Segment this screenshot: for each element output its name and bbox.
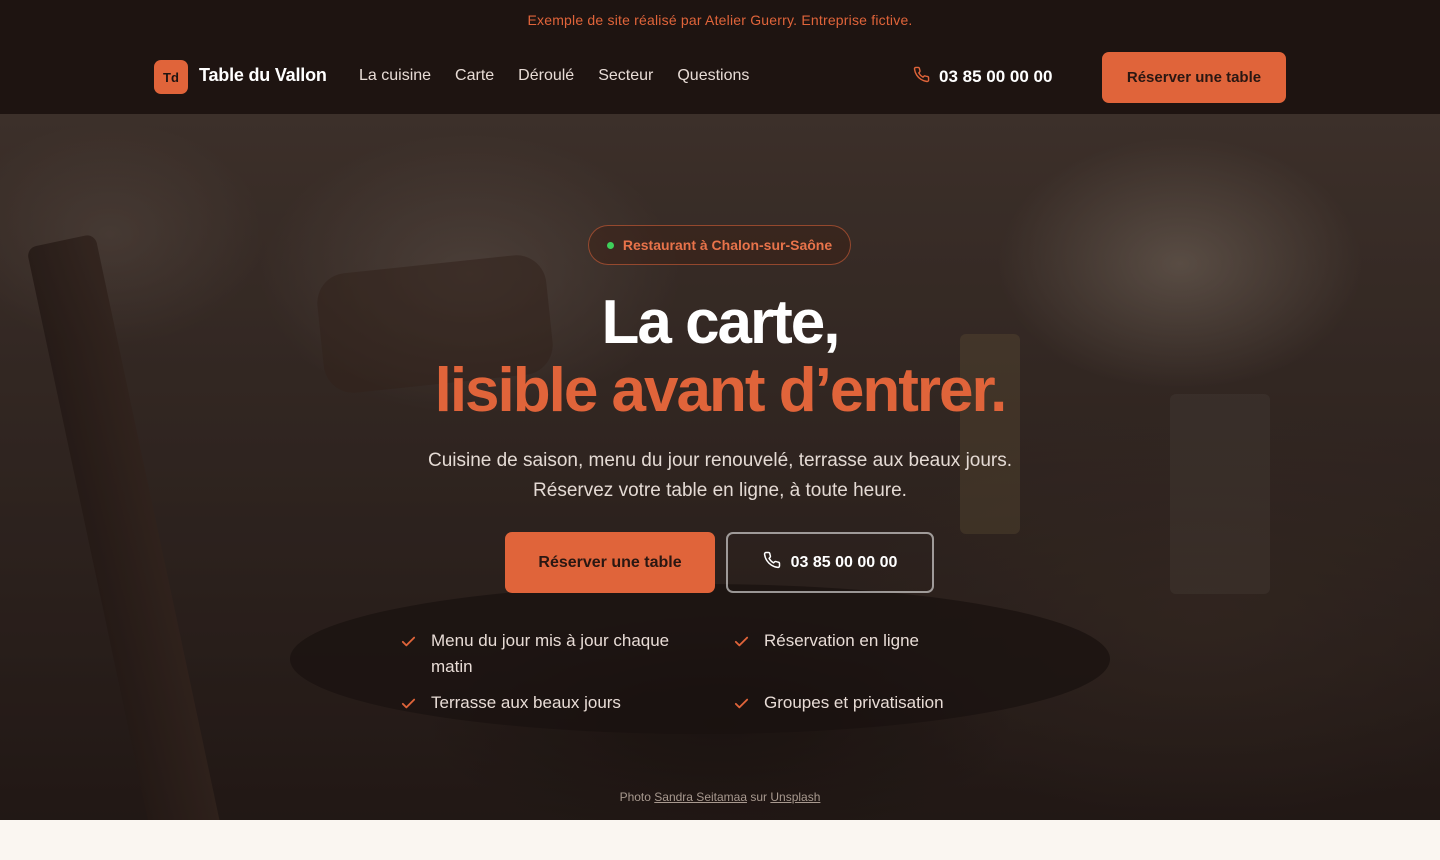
location-badge-text: Restaurant à Chalon-sur-Saône bbox=[622, 237, 833, 253]
feature-item: Terrasse aux beaux jours bbox=[400, 690, 733, 716]
demo-notice-text: Exemple de site réalisé par Atelier Guer… bbox=[527, 12, 913, 28]
feature-list: Menu du jour mis à jour chaque matin Rés… bbox=[400, 628, 1000, 716]
nav-link-deroule[interactable]: Déroulé bbox=[518, 67, 574, 85]
header-reserve-button[interactable]: Réserver une table bbox=[1102, 52, 1286, 103]
phone-icon bbox=[763, 551, 781, 574]
feature-text: Réservation en ligne bbox=[764, 631, 919, 650]
hero-phone-button[interactable]: 03 85 00 00 00 bbox=[726, 532, 934, 593]
unsplash-link[interactable]: Unsplash bbox=[770, 790, 820, 804]
site-header: Td Table du Vallon La cuisine Carte Déro… bbox=[0, 40, 1440, 114]
nav-link-la-cuisine[interactable]: La cuisine bbox=[359, 67, 431, 85]
feature-text: Menu du jour mis à jour chaque matin bbox=[431, 631, 670, 676]
nav-link-carte[interactable]: Carte bbox=[455, 67, 494, 85]
header-phone-link[interactable]: 03 85 00 00 00 bbox=[913, 66, 1052, 88]
location-badge: Restaurant à Chalon-sur-Saône bbox=[588, 225, 851, 265]
feature-item: Groupes et privatisation bbox=[733, 690, 1000, 716]
phone-icon bbox=[913, 66, 930, 88]
hero-title-line1: La carte, bbox=[601, 288, 840, 357]
check-icon bbox=[733, 628, 751, 654]
nav-link-questions[interactable]: Questions bbox=[677, 67, 749, 85]
hero-phone-number: 03 85 00 00 00 bbox=[790, 553, 898, 571]
photo-author-link[interactable]: Sandra Seitamaa bbox=[654, 790, 747, 804]
demo-notice-bar: Exemple de site réalisé par Atelier Guer… bbox=[0, 0, 1440, 40]
check-icon bbox=[400, 690, 418, 716]
next-section-edge bbox=[0, 820, 1440, 860]
feature-text: Groupes et privatisation bbox=[764, 693, 944, 712]
hero-reserve-button[interactable]: Réserver une table bbox=[505, 532, 715, 593]
feature-item: Menu du jour mis à jour chaque matin bbox=[400, 628, 733, 680]
nav-link-secteur[interactable]: Secteur bbox=[598, 67, 653, 85]
header-phone-number: 03 85 00 00 00 bbox=[939, 67, 1053, 86]
hero-section: Restaurant à Chalon-sur-Saône La carte, … bbox=[0, 114, 1440, 820]
status-dot-icon bbox=[606, 241, 614, 249]
photo-credit: Photo Sandra Seitamaa sur Unsplash bbox=[0, 790, 1440, 804]
photo-credit-middle: sur bbox=[750, 790, 768, 804]
feature-item: Réservation en ligne bbox=[733, 628, 1000, 680]
hero-title-line2: lisible avant d’entrer. bbox=[434, 356, 1008, 425]
hero-subtitle-line2: Réservez votre table en ligne, à toute h… bbox=[533, 480, 907, 501]
check-icon bbox=[733, 690, 751, 716]
brand-name[interactable]: Table du Vallon bbox=[199, 65, 327, 86]
hero-subtitle-line1: Cuisine de saison, menu du jour renouvel… bbox=[427, 450, 1013, 471]
feature-text: Terrasse aux beaux jours bbox=[431, 693, 621, 712]
logo-badge[interactable]: Td bbox=[154, 60, 188, 94]
photo-credit-prefix: Photo bbox=[619, 790, 651, 804]
main-nav: La cuisine Carte Déroulé Secteur Questio… bbox=[359, 67, 749, 85]
hero-subtitle: Cuisine de saison, menu du jour renouvel… bbox=[0, 446, 1440, 506]
check-icon bbox=[400, 628, 418, 654]
